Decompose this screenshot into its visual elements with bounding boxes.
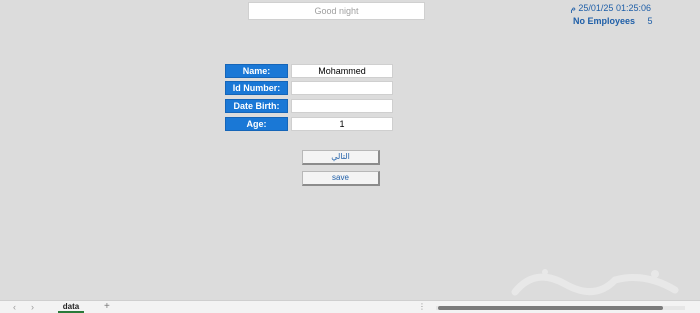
age-field[interactable]: 1 xyxy=(291,117,393,131)
add-sheet-icon[interactable]: + xyxy=(104,301,110,313)
next-button[interactable]: التالي xyxy=(302,150,380,165)
sheet-tab-data[interactable]: data xyxy=(58,301,84,313)
employees-label: No Employees xyxy=(573,16,636,26)
save-button[interactable]: save xyxy=(302,171,380,186)
date-birth-field[interactable] xyxy=(291,99,393,113)
employees-count: 5 xyxy=(647,16,653,26)
spreadsheet-canvas: Good night 01:25:06 25/01/25 م No Employ… xyxy=(0,0,700,313)
age-label: Age: xyxy=(225,117,288,131)
sheet-tab-bar: ‹ › data + ⋮ xyxy=(0,300,700,313)
id-number-field[interactable] xyxy=(291,81,393,95)
more-options-icon[interactable]: ⋮ xyxy=(418,302,426,311)
date-birth-label: Date Birth: xyxy=(225,99,288,113)
employees-counter: No Employees 5 xyxy=(573,16,653,26)
datetime-display: 01:25:06 25/01/25 م xyxy=(570,3,651,13)
name-field[interactable]: Mohammed xyxy=(291,64,393,78)
horizontal-scrollbar[interactable] xyxy=(428,304,693,311)
scroll-thumb[interactable] xyxy=(438,306,663,310)
id-number-label: Id Number: xyxy=(225,81,288,95)
prev-sheet-arrow-icon[interactable]: ‹ xyxy=(13,302,16,312)
name-label: Name: xyxy=(225,64,288,78)
watermark-logo-icon xyxy=(511,269,679,296)
next-sheet-arrow-icon[interactable]: › xyxy=(31,302,34,312)
greeting-box: Good night xyxy=(248,2,425,20)
